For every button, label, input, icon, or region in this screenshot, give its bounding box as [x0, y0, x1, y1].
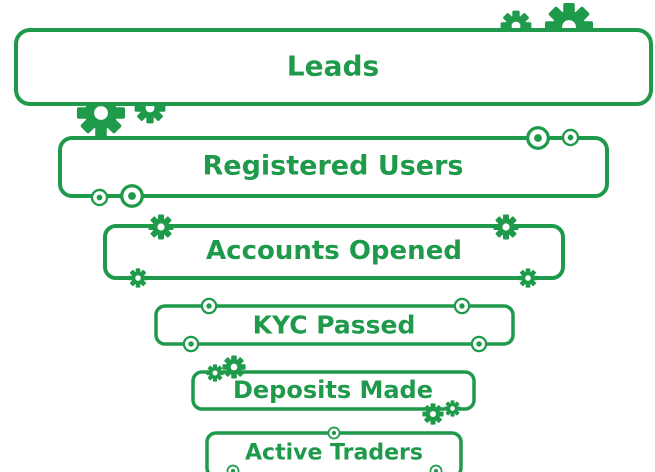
ring-node-icon	[526, 126, 550, 150]
funnel-stage-label: Active Traders	[245, 441, 423, 466]
funnel-stage-accounts-opened: Accounts Opened	[103, 224, 565, 280]
gear-icon	[493, 214, 519, 240]
funnel-stage-label: Leads	[287, 50, 379, 83]
gear-icon	[222, 355, 246, 379]
ring-node-icon	[327, 426, 341, 440]
gear-icon	[148, 214, 174, 240]
funnel-stage-registered-users: Registered Users	[58, 136, 609, 198]
ring-node-icon	[200, 297, 218, 315]
ring-node-icon	[120, 184, 144, 208]
funnel-diagram: Leads Registered Users Accounts Opened K…	[14, 2, 653, 472]
ring-node-icon	[226, 464, 240, 472]
gear-icon	[444, 400, 461, 417]
funnel-stage-label: Accounts Opened	[206, 236, 462, 266]
ring-node-icon	[561, 128, 580, 147]
funnel-stage-leads: Leads	[14, 28, 653, 106]
gear-icon	[206, 364, 224, 382]
ring-node-icon	[429, 464, 443, 472]
gear-icon	[422, 403, 444, 425]
funnel-stage-label: KYC Passed	[253, 311, 416, 340]
funnel-stage-label: Deposits Made	[233, 376, 433, 404]
gear-icon	[128, 268, 148, 288]
gear-icon	[518, 268, 538, 288]
ring-node-icon	[470, 335, 488, 353]
ring-node-icon	[182, 335, 200, 353]
ring-node-icon	[90, 188, 109, 207]
ring-node-icon	[453, 297, 471, 315]
funnel-stage-label: Registered Users	[202, 151, 463, 182]
